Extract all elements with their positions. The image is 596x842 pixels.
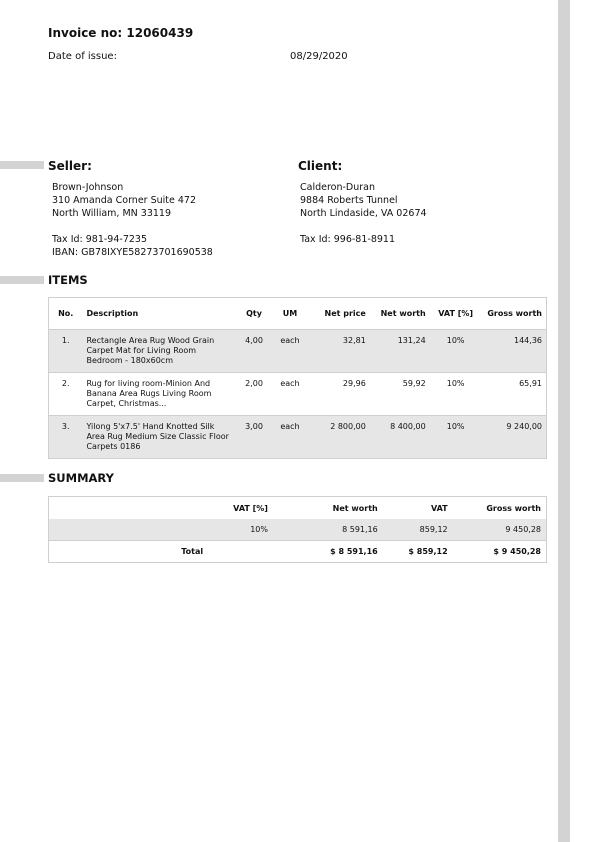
item-description: Rectangle Area Rug Wood Grain Carpet Mat…: [82, 329, 237, 373]
summary-total-row: Total $ 8 591,16 $ 859,12 $ 9 450,28: [48, 540, 547, 563]
items-section-marker: [0, 276, 44, 284]
item-no: 2.: [48, 372, 83, 416]
item-gross: 144,36: [481, 329, 547, 373]
summary-header-row: VAT [%] Net worth VAT Gross worth: [49, 497, 547, 520]
summary-section-marker: [0, 474, 44, 482]
col-qty: Qty: [246, 309, 262, 318]
col-net-price: Net price: [324, 309, 366, 318]
item-net-worth: 59,92: [369, 372, 430, 416]
item-um: each: [271, 329, 308, 373]
total-label: Total: [48, 540, 209, 563]
item-vat: 10%: [429, 329, 482, 373]
client-tax-id: Tax Id: 996-81-8911: [300, 234, 395, 245]
summary-col-gross-worth: Gross worth: [486, 503, 541, 513]
client-address-line2: North Lindaside, VA 02674: [300, 208, 427, 219]
item-qty: 3,00: [236, 415, 272, 459]
col-um: UM: [282, 309, 298, 318]
item-net-worth: 8 400,00: [369, 415, 430, 459]
invoice-title: Invoice no: 12060439: [48, 26, 194, 40]
seller-iban: IBAN: GB78IXYE58273701690538: [52, 247, 213, 258]
seller-address-line2: North William, MN 33119: [52, 208, 171, 219]
seller-block: Brown-Johnson 310 Amanda Corner Suite 47…: [52, 181, 196, 220]
client-heading: Client:: [298, 159, 343, 173]
item-um: each: [271, 372, 308, 416]
items-header-row: No. Description Qty UM Net price Net wor…: [49, 298, 547, 330]
col-vat: VAT [%]: [438, 309, 474, 318]
total-vat: $ 859,12: [382, 540, 453, 563]
item-gross: 65,91: [481, 372, 547, 416]
client-address-line1: 9884 Roberts Tunnel: [300, 195, 398, 206]
item-um: each: [271, 415, 308, 459]
summary-col-vat: VAT: [430, 503, 448, 513]
col-gross-worth: Gross worth: [487, 309, 542, 318]
items-table: No. Description Qty UM Net price Net wor…: [48, 297, 547, 459]
total-gross: $ 9 450,28: [452, 540, 547, 563]
table-row: 3. Yilong 5'x7.5' Hand Knotted Silk Area…: [48, 415, 547, 459]
col-description: Description: [86, 309, 139, 318]
summary-table: VAT [%] Net worth VAT Gross worth 10% 8 …: [48, 496, 547, 563]
seller-tax-id: Tax Id: 981-94-7235: [52, 234, 147, 245]
seller-heading: Seller:: [48, 159, 92, 173]
issue-date-value: 08/29/2020: [290, 51, 348, 62]
issue-date-label: Date of issue:: [48, 51, 117, 62]
items-heading: ITEMS: [48, 273, 88, 287]
client-ids: Tax Id: 996-81-8911: [300, 233, 395, 246]
summary-col-vat-rate: VAT [%]: [233, 503, 268, 513]
item-net-price: 2 800,00: [307, 415, 370, 459]
item-no: 3.: [48, 415, 83, 459]
summary-vat-rate: 10%: [208, 519, 273, 541]
summary-row: 10% 8 591,16 859,12 9 450,28: [48, 519, 547, 541]
client-name: Calderon-Duran: [300, 182, 376, 193]
client-block: Calderon-Duran 9884 Roberts Tunnel North…: [300, 181, 427, 220]
item-vat: 10%: [429, 372, 482, 416]
summary-gross: 9 450,28: [452, 519, 547, 541]
seller-name: Brown-Johnson: [52, 182, 124, 193]
item-description: Rug for living room-Minion And Banana Ar…: [82, 372, 237, 416]
item-vat: 10%: [429, 415, 482, 459]
seller-address-line1: 310 Amanda Corner Suite 472: [52, 195, 197, 206]
seller-ids: Tax Id: 981-94-7235 IBAN: GB78IXYE582737…: [52, 233, 213, 259]
summary-net-worth: 8 591,16: [272, 519, 383, 541]
total-net-worth: $ 8 591,16: [272, 540, 383, 563]
col-no: No.: [58, 309, 74, 318]
col-net-worth: Net worth: [380, 309, 426, 318]
item-qty: 4,00: [236, 329, 272, 373]
item-net-worth: 131,24: [369, 329, 430, 373]
seller-section-marker: [0, 161, 44, 169]
summary-col-net-worth: Net worth: [332, 503, 378, 513]
item-no: 1.: [48, 329, 83, 373]
table-row: 1. Rectangle Area Rug Wood Grain Carpet …: [48, 329, 547, 373]
item-description: Yilong 5'x7.5' Hand Knotted Silk Area Ru…: [82, 415, 237, 459]
item-qty: 2,00: [236, 372, 272, 416]
item-net-price: 32,81: [307, 329, 370, 373]
summary-spacer: [49, 497, 209, 520]
scrollbar[interactable]: [558, 0, 570, 842]
item-gross: 9 240,00: [481, 415, 547, 459]
item-net-price: 29,96: [307, 372, 370, 416]
summary-vat: 859,12: [382, 519, 453, 541]
table-row: 2. Rug for living room-Minion And Banana…: [48, 372, 547, 416]
summary-heading: SUMMARY: [48, 471, 114, 485]
